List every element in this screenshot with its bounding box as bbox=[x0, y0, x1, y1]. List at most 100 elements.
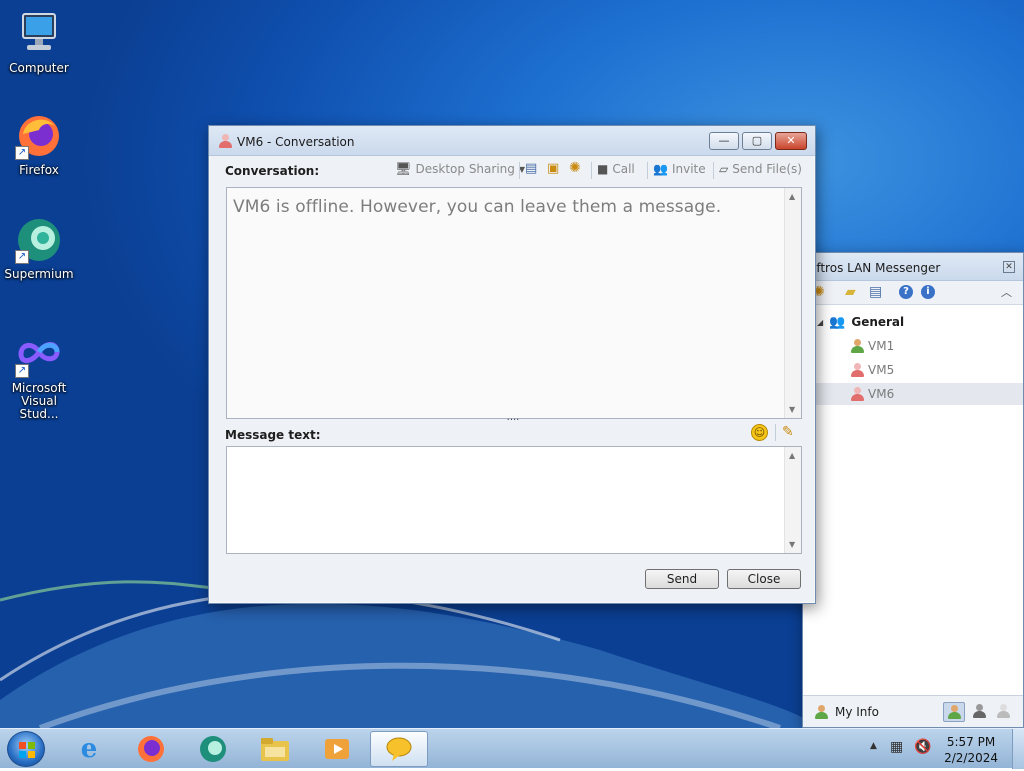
contact-vm1[interactable]: VM1 bbox=[803, 335, 1023, 357]
toolbar-separator bbox=[775, 424, 776, 441]
taskbar-internet-explorer[interactable]: e bbox=[60, 731, 118, 767]
user-status-icon bbox=[851, 387, 864, 401]
desktop-icon-label: Supermium bbox=[4, 267, 74, 281]
send-files-button[interactable]: ▱ Send File(s) bbox=[719, 158, 802, 180]
supermium-icon: ↗ bbox=[15, 216, 63, 264]
contact-name: VM6 bbox=[868, 387, 895, 401]
contact-vm5[interactable]: VM5 bbox=[803, 359, 1023, 381]
scroll-down-icon[interactable]: ▼ bbox=[789, 405, 795, 414]
message-input[interactable]: ▲ ▼ bbox=[226, 446, 802, 554]
send-button[interactable]: Send bbox=[645, 569, 719, 589]
history-scrollbar[interactable]: ▲ ▼ bbox=[784, 188, 801, 418]
shortcut-arrow-icon: ↗ bbox=[15, 364, 29, 378]
conversation-titlebar[interactable]: VM6 - Conversation — ▢ ✕ bbox=[209, 126, 815, 156]
call-button[interactable]: ■ Call bbox=[597, 158, 635, 180]
folder-icon bbox=[261, 738, 289, 761]
desktop-icon-label: Computer bbox=[9, 61, 69, 75]
conversation-window: VM6 - Conversation — ▢ ✕ Conversation: 🖥… bbox=[208, 125, 816, 604]
desktop-icon-supermium[interactable]: ↗ Supermium bbox=[0, 216, 78, 281]
collapse-chevron-icon[interactable]: ︿ bbox=[1001, 284, 1012, 300]
transfers-icon[interactable]: ▣ bbox=[547, 161, 559, 176]
show-hidden-icons-icon[interactable]: ▲ bbox=[870, 741, 877, 751]
close-icon[interactable]: ✕ bbox=[1003, 261, 1015, 273]
folder-icon[interactable]: ▰ bbox=[845, 284, 856, 300]
desktop-icon-firefox[interactable]: ↗ Firefox bbox=[0, 112, 78, 177]
visual-studio-icon: ↗ bbox=[15, 330, 63, 378]
conversation-history[interactable]: VM6 is offline. However, you can leave t… bbox=[226, 187, 802, 419]
my-info-icon bbox=[815, 705, 828, 719]
start-button[interactable] bbox=[7, 731, 45, 767]
taskbar-media-player[interactable] bbox=[308, 731, 366, 767]
history-icon[interactable]: ▤ bbox=[525, 161, 537, 176]
scroll-up-icon[interactable]: ▲ bbox=[789, 451, 795, 460]
toolbar-separator bbox=[647, 162, 648, 179]
info-icon[interactable]: i bbox=[921, 285, 935, 299]
shortcut-arrow-icon: ↗ bbox=[15, 250, 29, 264]
attach-note-icon[interactable]: ✎ bbox=[782, 424, 794, 440]
conversation-label: Conversation: bbox=[225, 164, 320, 178]
invite-users-icon: 👥 bbox=[653, 162, 668, 176]
send-file-icon: ▱ bbox=[719, 162, 729, 176]
minimize-button[interactable]: — bbox=[709, 132, 739, 150]
close-button[interactable]: Close bbox=[727, 569, 801, 589]
status-away-button[interactable] bbox=[993, 702, 1015, 722]
status-online-button[interactable] bbox=[943, 702, 965, 722]
internet-explorer-icon: e bbox=[80, 734, 98, 764]
shortcut-arrow-icon: ↗ bbox=[15, 146, 29, 160]
font-gear-icon[interactable]: ✺ bbox=[569, 160, 581, 176]
contact-vm6[interactable]: VM6 bbox=[803, 383, 1023, 405]
desktop-sharing-button[interactable]: 🖥 Desktop Sharing ▼ bbox=[395, 158, 525, 180]
conversation-header: Conversation: 🖥 Desktop Sharing ▼ ▤ ▣ ✺ … bbox=[209, 157, 815, 181]
taskbar-supermium[interactable] bbox=[184, 731, 242, 767]
desktop-sharing-icon: 🖥 bbox=[395, 161, 412, 177]
supermium-icon bbox=[200, 736, 226, 762]
contact-name: VM5 bbox=[868, 363, 895, 377]
messenger-window: oftros LAN Messenger ✕ ✺ ▰ ▤ ? i ︿ ◢ 👥 G… bbox=[802, 252, 1024, 728]
messenger-titlebar[interactable]: oftros LAN Messenger ✕ bbox=[803, 253, 1023, 281]
volume-muted-icon[interactable]: 🔇 bbox=[914, 739, 931, 755]
clock[interactable]: 5:57 PM 2/2/2024 bbox=[944, 734, 998, 766]
history-message: VM6 is offline. However, you can leave t… bbox=[233, 197, 722, 217]
close-window-button[interactable]: ✕ bbox=[775, 132, 807, 150]
network-icon[interactable]: ▦ bbox=[890, 739, 903, 755]
camera-icon: ■ bbox=[597, 162, 609, 176]
user-status-icon bbox=[851, 339, 864, 353]
show-desktop-button[interactable] bbox=[1012, 729, 1024, 769]
my-info-button[interactable]: My Info bbox=[835, 705, 879, 719]
messenger-statusbar: My Info bbox=[803, 695, 1023, 727]
desktop-icon-label: Microsoft Visual Stud... bbox=[11, 381, 67, 421]
help-icon[interactable]: ? bbox=[899, 285, 913, 299]
messenger-toolbar: ✺ ▰ ▤ ? i ︿ bbox=[803, 281, 1023, 305]
toolbar-separator bbox=[713, 162, 714, 179]
group-general[interactable]: ◢ 👥 General bbox=[803, 311, 1023, 333]
emoticon-icon[interactable]: ☺ bbox=[751, 424, 768, 441]
contact-tree: ◢ 👥 General VM1 VM5 VM6 bbox=[803, 309, 1023, 689]
scroll-down-icon[interactable]: ▼ bbox=[789, 540, 795, 549]
user-status-icon bbox=[851, 363, 864, 377]
group-icon: 👥 bbox=[829, 314, 846, 330]
scroll-up-icon[interactable]: ▲ bbox=[789, 192, 795, 201]
expand-arrow-icon[interactable]: ◢ bbox=[817, 318, 823, 327]
taskbar-lan-messenger[interactable] bbox=[370, 731, 428, 767]
group-label: General bbox=[851, 315, 905, 329]
taskbar-explorer[interactable] bbox=[246, 731, 304, 767]
invite-button[interactable]: 👥 Invite bbox=[653, 158, 706, 180]
taskbar-firefox[interactable] bbox=[122, 731, 180, 767]
firefox-icon: ↗ bbox=[15, 112, 63, 160]
contact-name: VM1 bbox=[868, 339, 895, 353]
desktop-icon-visual-studio[interactable]: ↗ Microsoft Visual Stud... bbox=[0, 330, 78, 421]
toolbar-separator bbox=[519, 162, 520, 179]
status-busy-button[interactable] bbox=[969, 702, 991, 722]
window-title: VM6 - Conversation bbox=[237, 135, 355, 149]
clock-date: 2/2/2024 bbox=[944, 751, 998, 765]
desktop-icon-computer[interactable]: Computer bbox=[0, 10, 78, 75]
user-offline-icon bbox=[219, 134, 236, 151]
message-scrollbar[interactable]: ▲ ▼ bbox=[784, 447, 801, 553]
maximize-button[interactable]: ▢ bbox=[742, 132, 772, 150]
history-icon[interactable]: ▤ bbox=[869, 284, 882, 300]
conversation-toolbar: 🖥 Desktop Sharing ▼ ▤ ▣ ✺ ■ Call 👥 Invit… bbox=[395, 158, 805, 180]
clock-time: 5:57 PM bbox=[946, 735, 996, 749]
splitter-handle[interactable]: ···· bbox=[506, 416, 520, 426]
media-player-icon bbox=[325, 739, 349, 759]
messenger-title: oftros LAN Messenger bbox=[809, 261, 941, 275]
